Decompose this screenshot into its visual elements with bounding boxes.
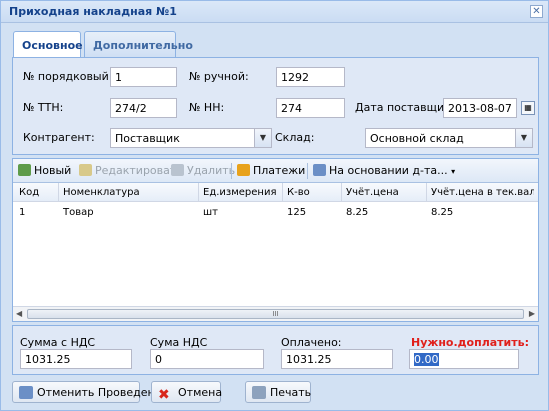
totals-panel: Сумма с НДС 1031.25 Сума НДС 0 Оплачено:… bbox=[12, 325, 539, 375]
delete-button-label: Удалить bbox=[187, 164, 236, 177]
ttn-label: № ТТН: bbox=[23, 101, 64, 114]
payments-icon bbox=[237, 164, 250, 176]
chevron-down-icon[interactable]: ▼ bbox=[254, 129, 271, 147]
order-no-label: № порядковый: bbox=[23, 70, 113, 83]
column-divider bbox=[341, 183, 342, 202]
payments-button[interactable]: Платежи bbox=[237, 164, 305, 177]
cancel-posting-label: Отменить Проведение bbox=[37, 386, 169, 399]
edit-button[interactable]: Редактировать bbox=[79, 164, 183, 177]
column-header-unit[interactable]: Ед.измерения bbox=[203, 187, 278, 198]
due-value-selected: 0.00 bbox=[414, 353, 439, 366]
manual-no-label: № ручной: bbox=[189, 70, 249, 83]
print-button[interactable]: Печать bbox=[245, 381, 311, 403]
ttn-field[interactable]: 274/2 bbox=[110, 98, 177, 118]
grid-header: Код Номенклатура Ед.измерения К-во Учёт.… bbox=[13, 183, 538, 202]
warehouse-select[interactable]: Основной склад ▼ bbox=[365, 128, 533, 148]
sum-vat-field[interactable]: 1031.25 bbox=[20, 349, 132, 369]
table-row[interactable]: 1 Товар шт 125 8.25 8.25 bbox=[13, 202, 538, 222]
horizontal-scrollbar[interactable]: ◀ III ▶ bbox=[13, 306, 538, 321]
vat-label: Сума НДС bbox=[150, 336, 208, 349]
warehouse-label: Склад: bbox=[275, 131, 315, 144]
counterparty-value: Поставщик bbox=[115, 132, 180, 145]
main-form-panel: № порядковый: 1 № ручной: 1292 № ТТН: 27… bbox=[12, 57, 539, 155]
paid-label: Оплачено: bbox=[281, 336, 342, 349]
scroll-left-icon[interactable]: ◀ bbox=[16, 309, 22, 318]
cancel-posting-button[interactable]: Отменить Проведение bbox=[12, 381, 169, 403]
column-header-price[interactable]: Учёт.цена bbox=[346, 187, 421, 198]
document-arrow-icon bbox=[313, 164, 326, 176]
cell-price: 8.25 bbox=[346, 207, 369, 218]
column-divider bbox=[58, 183, 59, 202]
cell-code: 1 bbox=[19, 207, 26, 218]
print-label: Печать bbox=[270, 386, 312, 399]
order-no-field[interactable]: 1 bbox=[110, 67, 177, 87]
nn-label: № НН: bbox=[189, 101, 225, 114]
new-doc-icon bbox=[18, 164, 31, 176]
counterparty-label: Контрагент: bbox=[23, 131, 95, 144]
column-header-qty[interactable]: К-во bbox=[287, 187, 337, 198]
new-button-label: Новый bbox=[34, 164, 72, 177]
printer-icon bbox=[252, 386, 266, 399]
paid-field[interactable]: 1031.25 bbox=[281, 349, 393, 369]
cell-name: Товар bbox=[63, 207, 94, 218]
scroll-right-icon[interactable]: ▶ bbox=[529, 309, 535, 318]
column-divider bbox=[426, 183, 427, 202]
close-icon[interactable]: ✕ bbox=[530, 5, 543, 18]
scrollbar-thumb[interactable]: III bbox=[27, 309, 524, 319]
toolbar-divider bbox=[231, 163, 232, 179]
toolbar-divider bbox=[307, 163, 308, 179]
column-divider bbox=[198, 183, 199, 202]
due-label: Нужно.доплатить: bbox=[411, 336, 529, 349]
new-button[interactable]: Новый bbox=[18, 164, 71, 177]
tab-main[interactable]: Основное bbox=[13, 31, 83, 58]
edit-icon bbox=[79, 164, 92, 176]
window-title: Приходная накладная №1 bbox=[9, 5, 177, 18]
supply-date-field[interactable]: 2013-08-07 bbox=[443, 98, 517, 118]
cell-price-currency: 8.25 bbox=[431, 207, 454, 218]
tab-additional[interactable]: Дополнительно bbox=[84, 31, 193, 57]
grid-toolbar: Новый Редактировать Удалить Платежи На о… bbox=[13, 159, 538, 183]
title-bar[interactable]: Приходная накладная №1 ✕ bbox=[1, 1, 548, 23]
payments-button-label: Платежи bbox=[253, 164, 306, 177]
cancel-label: Отмена bbox=[178, 386, 223, 399]
invoice-window: Приходная накладная №1 ✕ Основное Дополн… bbox=[0, 0, 549, 411]
vat-field[interactable]: 0 bbox=[150, 349, 264, 369]
dropdown-arrow-icon: ▾ bbox=[451, 167, 456, 176]
counterparty-select[interactable]: Поставщик ▼ bbox=[110, 128, 272, 148]
calendar-icon[interactable]: ▦ bbox=[521, 101, 535, 115]
delete-icon bbox=[171, 164, 184, 176]
based-on-button-label: На основании д-та... bbox=[329, 164, 448, 177]
chevron-down-icon[interactable]: ▼ bbox=[515, 129, 532, 147]
close-red-icon: ✖ bbox=[158, 387, 170, 403]
grip-icon: III bbox=[272, 310, 279, 318]
edit-button-label: Редактировать bbox=[95, 164, 183, 177]
items-grid-panel: Новый Редактировать Удалить Платежи На о… bbox=[12, 158, 539, 322]
cell-qty: 125 bbox=[287, 207, 307, 218]
cell-unit: шт bbox=[203, 207, 218, 218]
column-header-code[interactable]: Код bbox=[19, 187, 55, 198]
column-divider bbox=[282, 183, 283, 202]
delete-button[interactable]: Удалить bbox=[171, 164, 235, 177]
column-header-name[interactable]: Номенклатура bbox=[63, 187, 193, 198]
cancel-button[interactable]: ✖ Отмена bbox=[151, 381, 223, 403]
nn-field[interactable]: 274 bbox=[276, 98, 345, 118]
based-on-button[interactable]: На основании д-та... ▾ bbox=[313, 164, 455, 177]
due-field[interactable]: 0.00 bbox=[409, 349, 519, 369]
column-header-price-currency[interactable]: Учёт.цена в тек.вал. bbox=[431, 187, 534, 198]
warehouse-value: Основной склад bbox=[370, 132, 464, 145]
document-icon bbox=[19, 386, 33, 399]
sum-vat-label: Сумма с НДС bbox=[20, 336, 96, 349]
manual-no-field[interactable]: 1292 bbox=[276, 67, 345, 87]
